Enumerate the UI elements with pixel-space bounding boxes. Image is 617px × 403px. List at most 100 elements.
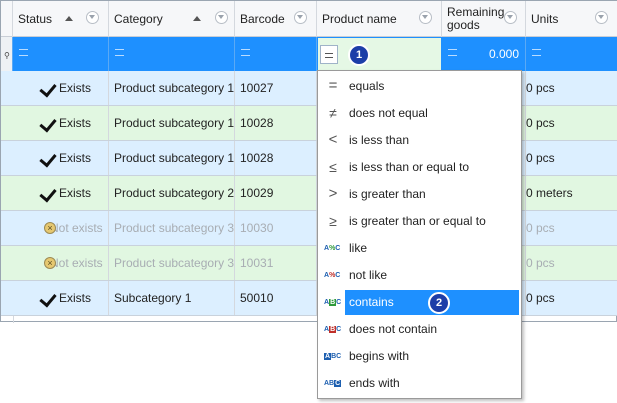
menu-item-does-not-contain[interactable]: ABC does not contain [318,316,521,343]
cell-category: Product subcategory 1 [109,106,235,140]
filter-cell-product-name[interactable]: 1 [317,37,442,71]
like-icon: A%C [324,245,341,252]
cell-units: 0 pcs [526,291,555,305]
callout-badge-2: 2 [428,292,450,314]
filter-icon[interactable] [215,11,228,24]
status-text: Exists [59,151,92,165]
cell-units: 0 pcs [526,116,555,130]
menu-item-label: not like [349,268,388,282]
menu-item-not-equal[interactable]: ≠ does not equal [318,100,521,127]
status-text: Exists [59,186,92,200]
status-text: Not exists [50,256,103,270]
table-row[interactable]: × Not exists Product subcategory 3 10031 0 p… [1,246,617,281]
filter-icon[interactable] [86,11,99,24]
table-row[interactable]: × Not exists Product subcategory 3 10030 0 p… [1,211,617,246]
equals-icon: = [328,77,338,94]
column-header-units[interactable]: Units [526,1,617,37]
sort-ascending-icon [65,16,73,21]
row-indicator-header [1,1,13,37]
menu-item-not-like[interactable]: A%C not like [318,262,521,289]
filter-cell-remaining-goods[interactable]: 0.000 [442,37,526,71]
status-text: Exists [59,116,92,130]
menu-item-begins-with[interactable]: ABC begins with [318,343,521,370]
menu-item-greater-than[interactable]: > is greater than [318,181,521,208]
less-equal-icon: ≤ [329,159,337,175]
menu-item-like[interactable]: A%C like [318,235,521,262]
filter-operator-button[interactable] [320,45,338,64]
table-row[interactable]: Exists Subcategory 1 50010 0 pcs [1,281,617,316]
column-header-barcode[interactable]: Barcode [235,1,317,37]
menu-item-greater-equal[interactable]: ≥ is greater than or equal to [318,208,521,235]
less-than-icon: < [328,131,338,148]
does-not-contain-icon: ABC [324,326,342,333]
filter-icon[interactable] [504,11,517,24]
ends-with-icon: ABC [324,380,342,387]
cell-status: Exists [13,106,109,140]
cell-barcode: 10028 [235,106,317,140]
cell-category: Subcategory 1 [109,281,235,315]
filter-value-remaining: 0.000 [488,47,519,61]
cell-units: 0 meters [526,186,573,200]
menu-item-label: begins with [349,349,410,363]
menu-item-ends-with[interactable]: ABC ends with [318,370,521,397]
menu-item-less-than[interactable]: < is less than [318,127,521,154]
column-header-remaining-goods[interactable]: Remaining goods [442,1,526,37]
begins-with-icon: ABC [324,353,342,360]
cell-units: 0 pcs [526,81,555,95]
table-row[interactable]: Exists Product subcategory 1 10028 0 pcs [1,106,617,141]
cell-status: Exists [13,141,109,175]
menu-item-contains[interactable]: ABC contains [318,289,521,316]
filter-cell-units[interactable] [526,37,617,71]
menu-item-label: contains [349,295,394,309]
cell-barcode: 50010 [235,281,317,315]
contains-icon: ABC [324,299,342,306]
column-label: Units [531,11,559,26]
menu-item-equals[interactable]: = equals [318,73,521,100]
checkmark-icon [39,184,57,203]
filter-icon[interactable] [595,11,608,24]
table-row[interactable]: Exists Product subcategory 1 10028 0 pcs [1,141,617,176]
column-label: Remaining goods [447,5,505,32]
equals-icon [19,49,28,56]
data-grid: Status Category Barcode Product name Rem… [0,0,617,323]
cell-barcode: 10030 [235,211,317,245]
equals-icon [448,49,457,56]
cell-status: Exists [13,176,109,210]
cell-barcode: 10031 [235,246,317,280]
filter-cell-category[interactable] [109,37,235,71]
column-label: Category [114,11,163,26]
cell-units: 0 pcs [526,256,555,270]
filter-pin-icon: ⚲ [4,51,10,60]
cell-barcode: 10029 [235,176,317,210]
column-header-product-name[interactable]: Product name [317,1,442,37]
sort-ascending-icon [193,16,201,21]
checkmark-icon [39,149,57,168]
cell-category: Product subcategory 2 [109,176,235,210]
filter-operator-menu: = equals ≠ does not equal < is less than ≤ is l… [317,70,522,399]
menu-item-label: like [349,241,368,255]
menu-item-less-equal[interactable]: ≤ is less than or equal to [318,154,521,181]
checkmark-icon [39,114,57,133]
filter-icon[interactable] [294,11,307,24]
column-header-status[interactable]: Status [13,1,109,37]
table-row[interactable]: Exists Product subcategory 1 10027 0 pcs [1,71,617,106]
equals-icon [115,49,124,56]
callout-badge-1: 1 [348,44,370,66]
filter-cell-barcode[interactable] [235,37,317,71]
column-header-category[interactable]: Category [109,1,235,37]
column-label: Product name [322,11,397,26]
equals-icon [241,49,250,56]
filter-icon[interactable] [419,11,432,24]
table-row[interactable]: Exists Product subcategory 2 10029 0 meters [1,176,617,211]
cell-barcode: 10028 [235,141,317,175]
cell-barcode: 10027 [235,71,317,105]
column-header-row: Status Category Barcode Product name Rem… [1,1,617,37]
cell-category: Product subcategory 3 [109,211,235,245]
not-exists-icon: × [44,257,56,269]
not-exists-icon: × [44,222,56,234]
menu-item-label: is greater than [349,187,426,201]
cell-status: Exists [13,281,109,315]
status-text: Exists [59,81,92,95]
filter-cell-status[interactable] [13,37,109,71]
not-equal-icon: ≠ [329,105,337,121]
